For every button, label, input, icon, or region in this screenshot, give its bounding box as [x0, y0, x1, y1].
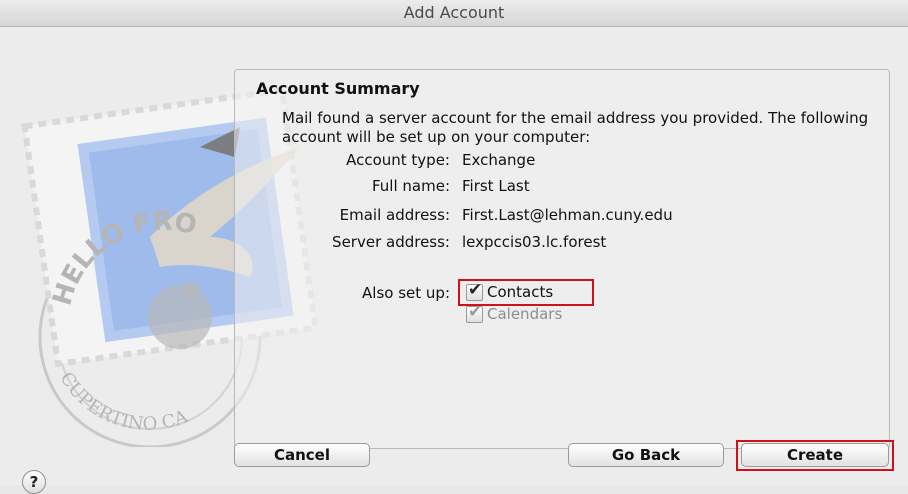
field-label: Full name:	[371, 177, 450, 195]
contacts-label[interactable]: Contacts	[487, 283, 553, 301]
section-heading: Account Summary	[256, 79, 420, 98]
field-server-address: Server address: lexpccis03.lc.forest	[240, 233, 880, 253]
field-label: Account type:	[346, 151, 450, 169]
contacts-checkbox[interactable]: ✔	[466, 280, 483, 301]
checkmark-icon: ✔	[468, 302, 483, 322]
summary-description: Mail found a server account for the emai…	[282, 109, 869, 146]
checkmark-icon: ✔	[468, 280, 483, 300]
field-label: Email address:	[339, 206, 450, 224]
window-title: Add Account	[0, 0, 908, 27]
field-full-name: Full name: First Last	[240, 177, 880, 197]
question-icon: ?	[29, 473, 39, 491]
also-setup-label: Also set up:	[362, 284, 450, 302]
field-account-type: Account type: Exchange	[240, 151, 880, 171]
field-value: Exchange	[462, 151, 536, 169]
svg-text:CUPERTINO CA: CUPERTINO CA	[56, 369, 192, 435]
field-value: First.Last@lehman.cuny.edu	[462, 206, 673, 224]
field-email-address: Email address: First.Last@lehman.cuny.ed…	[240, 206, 880, 226]
help-button[interactable]: ?	[22, 470, 46, 494]
cancel-button[interactable]: Cancel	[234, 443, 370, 467]
field-value: First Last	[462, 177, 530, 195]
calendars-checkbox[interactable]: ✔	[466, 302, 483, 323]
create-button[interactable]: Create	[741, 443, 889, 467]
stamp-bottom-text: CUPERTINO CA	[56, 369, 192, 435]
field-label: Server address:	[332, 233, 450, 251]
dialog-content: HELLO FRO CUPERTINO CA Account Summary M…	[0, 27, 908, 494]
field-value: lexpccis03.lc.forest	[462, 233, 607, 251]
calendars-label[interactable]: Calendars	[487, 305, 562, 323]
go-back-button[interactable]: Go Back	[568, 443, 724, 467]
